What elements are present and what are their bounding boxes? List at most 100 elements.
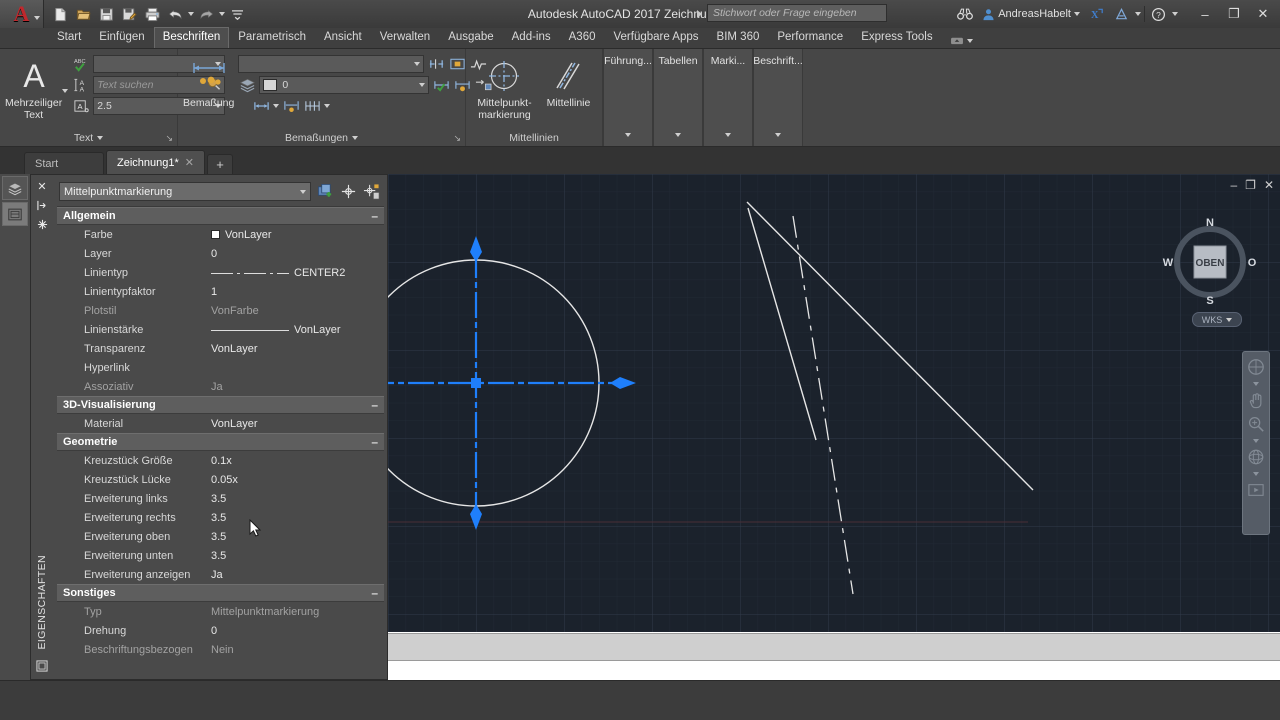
dim-linear-icon[interactable] bbox=[252, 97, 270, 115]
property-row[interactable]: Erweiterung anzeigen Ja bbox=[57, 565, 384, 584]
property-group-geometrie[interactable]: Geometrie – bbox=[57, 433, 384, 451]
new-icon[interactable] bbox=[50, 4, 71, 25]
property-value[interactable]: 3.5 bbox=[209, 493, 384, 505]
minimize-button[interactable]: – bbox=[1192, 1, 1218, 27]
view-cube[interactable]: OBEN N S W O bbox=[1162, 212, 1258, 308]
property-row[interactable]: Linientyp CENTER2 bbox=[57, 263, 384, 282]
ribbon-tab-parametrisch[interactable]: Parametrisch bbox=[229, 27, 315, 48]
chevron-down-icon[interactable] bbox=[300, 189, 306, 194]
save-icon[interactable] bbox=[96, 4, 117, 25]
properties-palette-toggle[interactable] bbox=[2, 202, 28, 226]
zoom-icon[interactable] bbox=[1245, 413, 1267, 435]
dim-baseline-icon[interactable] bbox=[303, 97, 321, 115]
property-row[interactable]: Assoziativ Ja bbox=[57, 377, 384, 396]
ribbon-tab-a360[interactable]: A360 bbox=[560, 27, 605, 48]
file-tab-zeichnung1-[interactable]: Zeichnung1* ✕ bbox=[106, 150, 205, 174]
ribbon-tab-einf-gen[interactable]: Einfügen bbox=[90, 27, 153, 48]
dim-break-icon[interactable] bbox=[427, 55, 445, 73]
chevron-down-icon[interactable] bbox=[273, 104, 280, 108]
chevron-down-icon[interactable] bbox=[419, 83, 426, 87]
property-row[interactable]: Kreuzstück Lücke 0.05x bbox=[57, 470, 384, 489]
property-row[interactable]: Typ Mittelpunktmarkierung bbox=[57, 602, 384, 621]
ribbon-panel-annotation-scaling[interactable]: Beschrift... bbox=[753, 49, 803, 146]
chevron-down-icon[interactable] bbox=[414, 62, 421, 66]
orbit-icon[interactable] bbox=[1245, 446, 1267, 468]
layers-icon[interactable] bbox=[238, 76, 256, 94]
property-value[interactable]: 3.5 bbox=[209, 531, 384, 543]
chevron-down-icon[interactable] bbox=[625, 128, 631, 146]
collapse-icon[interactable]: – bbox=[371, 436, 378, 448]
property-group-allgemein[interactable]: Allgemein – bbox=[57, 207, 384, 225]
open-icon[interactable] bbox=[73, 4, 94, 25]
ribbon-tab-bim-360[interactable]: BIM 360 bbox=[708, 27, 769, 48]
chevron-down-icon[interactable] bbox=[1253, 437, 1259, 444]
property-row[interactable]: Layer 0 bbox=[57, 244, 384, 263]
collapse-icon[interactable]: – bbox=[371, 210, 378, 222]
property-row[interactable]: Drehung 0 bbox=[57, 621, 384, 640]
collapse-icon[interactable]: – bbox=[371, 587, 378, 599]
property-row[interactable]: Farbe VonLayer bbox=[57, 225, 384, 244]
ribbon-display-options-button[interactable] bbox=[942, 33, 981, 48]
property-row[interactable]: Transparenz VonLayer bbox=[57, 339, 384, 358]
dimension-layer-combo[interactable]: 0 bbox=[259, 76, 430, 94]
user-account-button[interactable]: AndreasHabelt bbox=[978, 3, 1084, 25]
auto-hide-icon[interactable] bbox=[33, 197, 51, 213]
undo-dropdown-icon[interactable] bbox=[188, 12, 194, 16]
property-group-sonstiges[interactable]: Sonstiges – bbox=[57, 584, 384, 602]
chevron-down-icon[interactable] bbox=[324, 104, 331, 108]
collapse-icon[interactable]: – bbox=[371, 399, 378, 411]
ribbon-tab-performance[interactable]: Performance bbox=[768, 27, 852, 48]
ribbon-tab-add-ins[interactable]: Add-ins bbox=[503, 27, 560, 48]
a360-icon[interactable] bbox=[1111, 4, 1132, 25]
close-button[interactable]: ✕ bbox=[1250, 1, 1276, 27]
ribbon-tab-express-tools[interactable]: Express Tools bbox=[852, 27, 941, 48]
quick-calc-icon[interactable] bbox=[362, 183, 380, 201]
ribbon-panel-text-title[interactable]: Text ↘ bbox=[0, 129, 177, 146]
undo-icon[interactable] bbox=[165, 4, 186, 25]
redo-icon[interactable] bbox=[196, 4, 217, 25]
save-as-icon[interactable] bbox=[119, 4, 140, 25]
command-input[interactable] bbox=[388, 661, 1280, 680]
property-value[interactable]: Nein bbox=[209, 644, 384, 656]
property-value[interactable]: CENTER2 bbox=[209, 267, 384, 279]
text-dropdown-icon[interactable] bbox=[62, 89, 69, 93]
chevron-down-icon[interactable] bbox=[352, 135, 359, 140]
multiline-text-button[interactable]: A Mehrzeiliger Text bbox=[5, 53, 62, 121]
property-value[interactable]: 3.5 bbox=[209, 550, 384, 562]
ribbon-tab-beschriften[interactable]: Beschriften bbox=[153, 27, 230, 48]
select-objects-icon[interactable] bbox=[339, 183, 357, 201]
ribbon-panel-markup[interactable]: Marki... bbox=[703, 49, 753, 146]
chevron-down-icon[interactable] bbox=[1226, 317, 1233, 322]
dimension-button[interactable]: Bemaßung bbox=[183, 53, 234, 109]
chevron-down-icon[interactable] bbox=[1172, 12, 1178, 16]
layer-palette-toggle[interactable] bbox=[2, 176, 28, 200]
chevron-down-icon[interactable] bbox=[675, 128, 681, 146]
property-row[interactable]: Material VonLayer bbox=[57, 414, 384, 433]
center-mark-button[interactable]: Mittelpunkt- markierung bbox=[471, 53, 538, 121]
ribbon-tab-verwalten[interactable]: Verwalten bbox=[371, 27, 440, 48]
application-menu-button[interactable]: A bbox=[0, 0, 44, 28]
maximize-button[interactable]: ❐ bbox=[1221, 1, 1247, 27]
chevron-down-icon[interactable] bbox=[775, 128, 781, 146]
plot-icon[interactable] bbox=[142, 4, 163, 25]
dim-adjust-space-icon[interactable] bbox=[448, 55, 466, 73]
property-value[interactable]: 0 bbox=[209, 248, 384, 260]
palette-properties-icon[interactable] bbox=[33, 658, 51, 674]
property-row[interactable]: Linientypfaktor 1 bbox=[57, 282, 384, 301]
ribbon-tab-start[interactable]: Start bbox=[48, 27, 90, 48]
property-row[interactable]: Erweiterung links 3.5 bbox=[57, 489, 384, 508]
dim-continue-icon[interactable] bbox=[282, 97, 300, 115]
property-row[interactable]: Hyperlink bbox=[57, 358, 384, 377]
annotation-scale-icon[interactable]: A bbox=[72, 97, 90, 115]
chevron-down-icon[interactable] bbox=[97, 135, 104, 140]
ribbon-panel-leaders[interactable]: Führung... bbox=[603, 49, 653, 146]
property-value[interactable]: Ja bbox=[209, 569, 384, 581]
infocenter-search-input[interactable]: Stichwort oder Frage eingeben bbox=[707, 4, 887, 22]
ribbon-panel-centerlines-title[interactable]: Mittellinien bbox=[466, 129, 602, 146]
file-tab-start[interactable]: Start bbox=[24, 152, 104, 174]
infocenter-expand-icon[interactable] bbox=[697, 10, 702, 18]
ribbon-panel-tables[interactable]: Tabellen bbox=[653, 49, 703, 146]
property-value[interactable]: VonLayer bbox=[209, 324, 384, 336]
dim-inspect-icon[interactable] bbox=[432, 76, 450, 94]
customize-qat-icon[interactable] bbox=[227, 4, 248, 25]
